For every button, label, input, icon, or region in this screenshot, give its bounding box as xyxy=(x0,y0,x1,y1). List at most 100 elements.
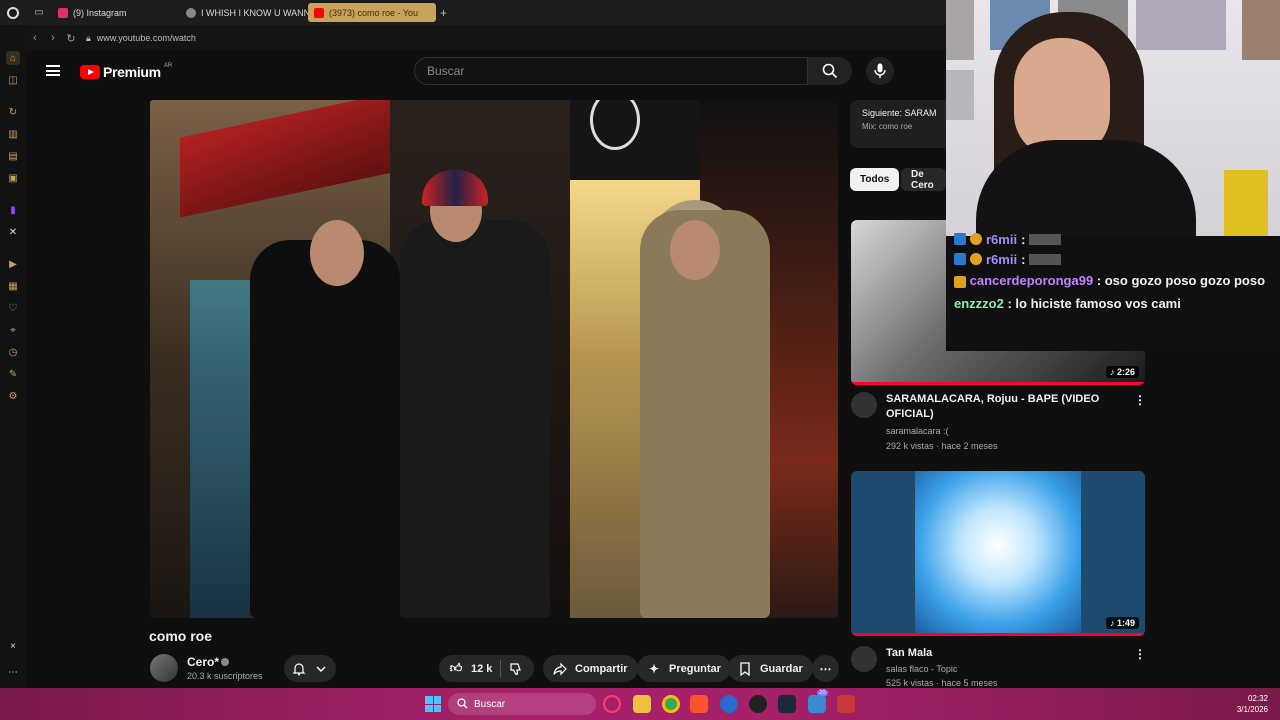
channel-name[interactable]: Cero* xyxy=(187,655,219,669)
chevron-down-icon xyxy=(314,662,328,676)
opera-logo-icon[interactable] xyxy=(0,0,26,25)
tab-instagram[interactable]: (9) Instagram xyxy=(52,3,180,22)
like-count[interactable]: 12 k xyxy=(471,663,492,675)
person-figure xyxy=(250,240,400,618)
refresh-icon[interactable]: ↻ xyxy=(6,105,20,119)
streamer-body xyxy=(976,140,1196,236)
chat-badge xyxy=(954,233,966,245)
share-label: Compartir xyxy=(575,662,628,675)
ask-button[interactable]: ✦ Preguntar xyxy=(637,655,731,682)
windows-start-icon[interactable] xyxy=(425,696,441,712)
youtube-logo[interactable]: Premium AR xyxy=(80,63,172,80)
browser-sidebar: ⌂ ◫ ↻ ▥ ▤ ▣ ▮ ✕ ▶ ▦ ♡ ⌖ ◷ ✎ ⚙ × ⋯ xyxy=(0,25,26,688)
search-icon xyxy=(457,698,468,712)
url-field[interactable]: www.youtube.com/watch xyxy=(97,33,196,43)
voice-search-button[interactable] xyxy=(866,57,894,85)
save-button[interactable]: Guardar xyxy=(728,655,813,682)
chat-message: r6mii: xyxy=(954,230,1272,248)
tab-overview-icon[interactable]: ▭ xyxy=(26,0,52,25)
watch-progress-bar xyxy=(851,382,1145,385)
recommendation-title[interactable]: SARAMALACARA, Rojuu - BAPE (VIDEO OFICIA… xyxy=(886,392,1118,422)
forward-icon[interactable]: › xyxy=(44,32,62,44)
file-explorer-icon[interactable] xyxy=(633,695,651,713)
menu-icon[interactable] xyxy=(46,65,60,76)
steam-icon[interactable] xyxy=(778,695,796,713)
more-actions-button[interactable]: ⋯ xyxy=(812,655,839,682)
search-input[interactable]: Buscar xyxy=(414,57,808,85)
channel-avatar[interactable] xyxy=(150,654,178,682)
chip-all[interactable]: Todos xyxy=(850,168,900,191)
share-icon xyxy=(553,662,567,676)
like-icon[interactable]: 👍︎ xyxy=(449,661,463,676)
chrome-icon[interactable] xyxy=(662,695,680,713)
person-head xyxy=(670,220,720,280)
chat-message: cancerdeporonga99 : oso gozo poso gozo p… xyxy=(954,270,1272,292)
chip-from-channel[interactable]: De Cero xyxy=(901,168,946,191)
chat-badge xyxy=(970,253,982,265)
recommendation-channel-avatar[interactable] xyxy=(851,392,877,418)
more-vertical-icon[interactable]: ⋮ xyxy=(1134,647,1146,661)
chat-message: r6mii: xyxy=(954,248,1272,270)
back-icon[interactable]: ‹ xyxy=(26,32,44,44)
twitch-icon[interactable]: ▮ xyxy=(6,203,20,217)
ccleaner-icon[interactable] xyxy=(720,695,738,713)
duration-badge: ♪ 1:49 xyxy=(1105,617,1139,629)
yellow-bag xyxy=(1224,170,1268,236)
share-button[interactable]: Compartir xyxy=(543,655,638,682)
close-sidebar-icon[interactable]: × xyxy=(6,639,20,653)
tab-youtube[interactable]: (3973) como roe - You xyxy=(308,3,436,22)
system-clock[interactable]: 02:32 3/1/2026 xyxy=(1237,693,1268,715)
dislike-icon[interactable] xyxy=(509,662,523,676)
x-icon[interactable]: ✕ xyxy=(6,225,20,239)
more-vertical-icon[interactable]: ⋮ xyxy=(1134,393,1146,407)
recommendation-thumbnail[interactable]: ♪ 1:49 xyxy=(851,471,1145,636)
subscriber-count: 20.3 k suscriptores xyxy=(187,671,263,681)
video-player[interactable] xyxy=(150,100,838,618)
pin-icon[interactable]: ⌖ xyxy=(6,323,20,337)
history-icon[interactable]: ◷ xyxy=(6,345,20,359)
hands-image xyxy=(915,471,1081,636)
chat-username: enzzzo2 xyxy=(954,296,1004,311)
up-next-subtitle: Mix: como roe xyxy=(862,122,913,131)
brave-icon[interactable] xyxy=(690,695,708,713)
apps-icon[interactable]: ▦ xyxy=(6,279,20,293)
chat-username: r6mii xyxy=(986,231,1018,247)
recommendation-title[interactable]: Tan Mala xyxy=(886,646,1118,661)
game-icon[interactable] xyxy=(837,695,855,713)
chat-text: : lo hiciste famoso vos cami xyxy=(1007,296,1181,311)
home-icon[interactable]: ⌂ xyxy=(6,51,20,65)
chat-badge xyxy=(970,233,982,245)
taskbar-search[interactable]: Buscar xyxy=(448,693,596,715)
recommendation-channel[interactable]: saramalacara :( xyxy=(886,426,949,436)
divider xyxy=(500,660,502,677)
chat-username: r6mii xyxy=(986,251,1018,267)
gamepad-icon[interactable]: ◫ xyxy=(6,73,20,87)
heart-icon[interactable]: ♡ xyxy=(6,301,20,315)
obs-icon[interactable] xyxy=(749,695,767,713)
player-icon[interactable]: ▶ xyxy=(6,257,20,271)
up-next-heading: Siguiente: SARAM xyxy=(862,108,937,118)
more-icon[interactable]: ⋯ xyxy=(6,665,20,679)
tab-song[interactable]: I WHISH I KNOW U WANN xyxy=(180,3,308,22)
webcam-overlay xyxy=(946,0,1280,236)
youtube-play-icon xyxy=(80,65,100,79)
up-next-card[interactable]: Siguiente: SARAM Mix: como roe xyxy=(850,100,950,148)
notifications-button[interactable] xyxy=(284,655,336,682)
recommendation-channel[interactable]: salas flaco - Topic xyxy=(886,664,957,674)
extensions-icon[interactable]: ✎ xyxy=(6,367,20,381)
tab-label: (9) Instagram xyxy=(73,7,127,18)
search-icon xyxy=(822,63,838,79)
new-tab-button[interactable]: + xyxy=(440,6,447,20)
recommendation-meta: 292 k vistas · hace 2 meses xyxy=(886,441,998,451)
video-title: como roe xyxy=(149,628,213,644)
opera-app-icon[interactable] xyxy=(603,695,621,713)
recommendation-channel-avatar[interactable] xyxy=(851,646,877,672)
news-icon[interactable]: ▤ xyxy=(6,149,20,163)
settings-icon[interactable]: ⚙ xyxy=(6,389,20,403)
shop-icon[interactable]: ▥ xyxy=(6,127,20,141)
m-icon[interactable]: ▣ xyxy=(6,171,20,185)
wall-poster xyxy=(946,70,974,120)
app-icon[interactable]: 20 xyxy=(808,690,828,713)
reload-icon[interactable]: ↻ xyxy=(62,32,80,45)
search-button[interactable] xyxy=(808,57,852,85)
